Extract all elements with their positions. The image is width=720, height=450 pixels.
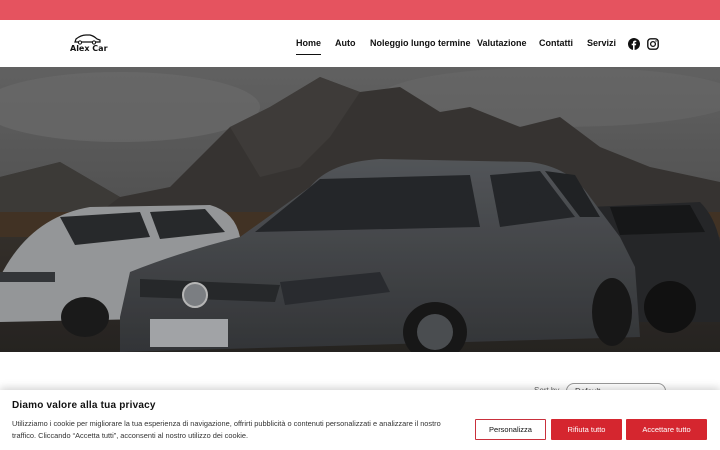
nav-home[interactable]: Home (296, 38, 322, 55)
hero-image-cars (0, 67, 720, 352)
site-logo[interactable]: Alex Car (68, 33, 108, 55)
site-header: Alex Car Home Auto Noleggio lungo termin… (0, 20, 720, 67)
nav-auto[interactable]: Auto (335, 38, 356, 52)
nav-servizi[interactable]: Servizi (587, 38, 616, 52)
customize-button[interactable]: Personalizza (475, 419, 546, 440)
instagram-icon[interactable] (647, 37, 659, 50)
facebook-icon[interactable] (628, 37, 640, 50)
cookie-text: Utilizziamo i cookie per migliorare la t… (12, 419, 441, 440)
accept-all-button[interactable]: Accettare tutto (626, 419, 707, 440)
nav-valutazione[interactable]: Valutazione (477, 38, 527, 52)
cookie-banner: Diamo valore alla tua privacy Utilizziam… (0, 390, 720, 450)
cookie-title: Diamo valore alla tua privacy (12, 400, 156, 411)
reject-all-button[interactable]: Rifiuta tutto (551, 419, 622, 440)
top-accent-bar (0, 0, 720, 20)
nav-contatti[interactable]: Contatti (539, 38, 573, 52)
logo-text: Alex Car (70, 44, 108, 53)
nav-noleggio-lungo-termine[interactable]: Noleggio lungo termine (370, 38, 471, 52)
